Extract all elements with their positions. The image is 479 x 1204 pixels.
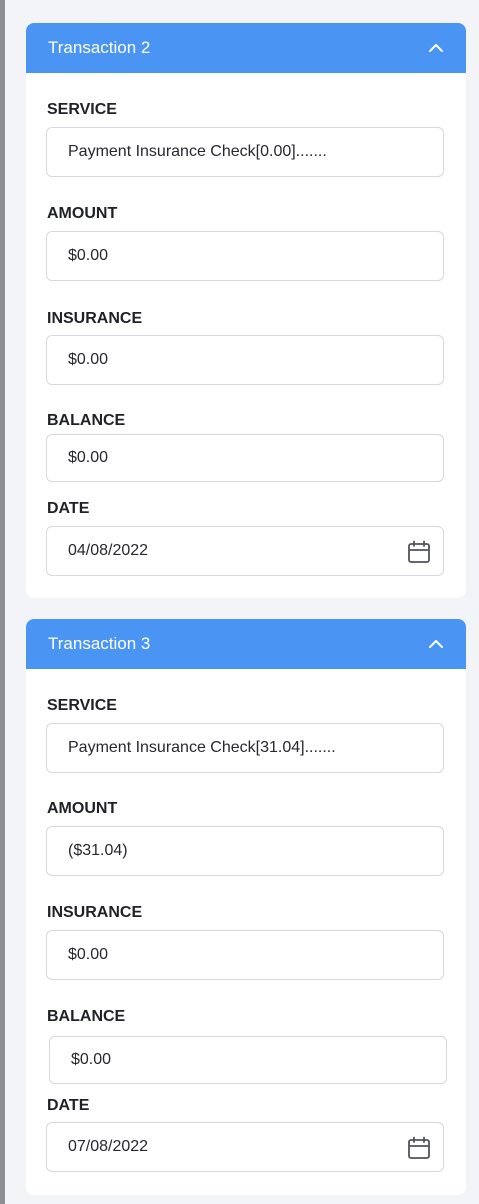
service-label: SERVICE xyxy=(47,697,117,714)
insurance-field[interactable]: $0.00 xyxy=(46,930,444,980)
transaction-title: Transaction 2 xyxy=(48,38,151,57)
date-field[interactable]: 04/08/2022 xyxy=(46,526,444,576)
panel-divider xyxy=(0,0,5,1204)
balance-label: BALANCE xyxy=(47,1008,126,1025)
chevron-up-icon[interactable] xyxy=(428,639,444,649)
date-label: DATE xyxy=(47,500,90,517)
transaction-header-3[interactable]: Transaction 3 xyxy=(26,619,466,669)
date-value: 07/08/2022 xyxy=(68,1138,149,1155)
service-label: SERVICE xyxy=(47,101,117,118)
transaction-header-2[interactable]: Transaction 2 xyxy=(26,23,466,73)
insurance-label: INSURANCE xyxy=(47,310,143,327)
calendar-icon[interactable] xyxy=(407,1136,431,1165)
amount-field[interactable]: ($31.04) xyxy=(46,826,444,876)
calendar-icon[interactable] xyxy=(407,540,431,569)
chevron-up-icon[interactable] xyxy=(428,43,444,53)
date-field[interactable]: 07/08/2022 xyxy=(46,1122,444,1172)
balance-field[interactable]: $0.00 xyxy=(49,1036,447,1084)
amount-label: AMOUNT xyxy=(47,205,118,222)
amount-field[interactable]: $0.00 xyxy=(46,231,444,281)
service-field[interactable]: Payment Insurance Check[0.00]....... xyxy=(46,127,444,177)
balance-label: BALANCE xyxy=(47,412,126,429)
insurance-label: INSURANCE xyxy=(47,904,143,921)
service-field[interactable]: Payment Insurance Check[31.04]....... xyxy=(46,723,444,773)
date-label: DATE xyxy=(47,1097,90,1114)
insurance-field[interactable]: $0.00 xyxy=(46,335,444,385)
balance-field[interactable]: $0.00 xyxy=(46,434,444,482)
transaction-title: Transaction 3 xyxy=(48,634,151,653)
amount-label: AMOUNT xyxy=(47,800,118,817)
transaction-card-2: Transaction 2 SERVICE Payment Insurance … xyxy=(26,23,466,598)
transaction-card-3: Transaction 3 SERVICE Payment Insurance … xyxy=(26,619,466,1195)
date-value: 04/08/2022 xyxy=(68,542,149,559)
